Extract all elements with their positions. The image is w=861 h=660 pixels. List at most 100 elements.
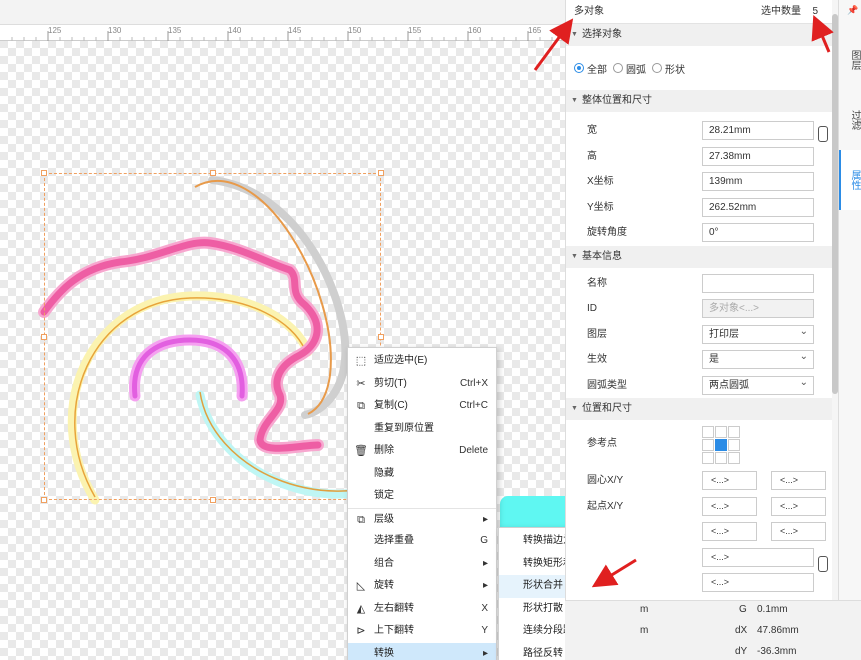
aspect-lock-icon[interactable] (818, 126, 828, 142)
y-label: Y坐标 (587, 201, 614, 213)
radio-label: 形状 (665, 64, 685, 76)
ref-cell-selected[interactable] (715, 439, 727, 451)
menu-item-flip-horizontal[interactable]: ◭ 左右翻转 X (348, 598, 496, 621)
resize-handle[interactable] (210, 170, 216, 176)
menu-item-hide[interactable]: 隐藏 (348, 463, 496, 486)
arc-type-select[interactable]: 两点圆弧 (702, 374, 814, 395)
effect-select[interactable]: 是 (702, 348, 814, 369)
unit-text: m (640, 625, 649, 636)
ref-cell[interactable] (728, 452, 740, 464)
selected-count-label: 选中数量 (761, 6, 801, 17)
menu-item-layer-order[interactable]: ⧉ 层级 ▸ (348, 507, 496, 531)
menu-item-copy[interactable]: ⧉ 复制(C) Ctrl+C (348, 395, 496, 418)
name-label: 名称 (587, 277, 607, 289)
ref-cell[interactable] (702, 452, 714, 464)
section-select-objects[interactable]: ▼ 选择对象 (566, 24, 837, 46)
menu-item-fit-selection[interactable]: ⬚ 适应选中(E) (348, 350, 496, 373)
fit-icon: ⬚ (355, 355, 367, 367)
resize-handle[interactable] (41, 334, 47, 340)
radio-arc[interactable]: 圆弧 (613, 61, 646, 76)
tab-properties[interactable]: 属性 (839, 150, 861, 210)
collapse-icon: ▼ (571, 31, 578, 38)
menu-shortcut: Ctrl+C (459, 400, 488, 411)
angle-input[interactable]: <...> (702, 573, 814, 592)
end-x-input[interactable]: <...> (702, 522, 757, 541)
ref-point-label: 参考点 (587, 438, 617, 449)
ref-cell[interactable] (715, 452, 727, 464)
submenu-arrow-icon: ▸ (482, 580, 488, 591)
rotation-input[interactable]: 0° (702, 223, 814, 242)
scissors-icon: ✂ (356, 377, 366, 390)
menu-item-lock[interactable]: 锁定 (348, 485, 496, 508)
menu-label: 左右翻转 (374, 602, 414, 614)
x-label: X坐标 (587, 176, 614, 187)
x-input[interactable]: 139mm (702, 172, 814, 191)
tab-filter[interactable]: 过滤 (839, 90, 861, 150)
menu-item-group[interactable]: 组合 ▸ (348, 553, 496, 576)
layer-row: 图层 打印层 (566, 322, 837, 348)
section-title: 选择对象 (582, 29, 622, 40)
link-icon[interactable] (818, 556, 828, 572)
tab-layers[interactable]: 图层 (839, 30, 861, 90)
menu-item-duplicate-in-place[interactable]: 重复到原位置 (348, 418, 496, 441)
menu-item-delete[interactable]: 🗑 删除 Delete (348, 440, 496, 463)
side-tabs: 📌 图层 过滤 属性 (838, 0, 861, 600)
radio-shape[interactable]: 形状 (652, 61, 685, 76)
resize-handle[interactable] (41, 497, 47, 503)
menu-item-select-overlap[interactable]: 选择重叠 G (348, 530, 496, 553)
section-title: 整体位置和尺寸 (582, 95, 652, 106)
radius-input[interactable]: <...> (702, 547, 814, 567)
start-x-input[interactable]: <...> (702, 496, 757, 516)
collapse-icon: ▼ (571, 252, 578, 260)
flip-horizontal-icon: ◭ (356, 602, 366, 615)
ref-cell[interactable] (702, 426, 714, 438)
angle-row: <...> (566, 556, 837, 596)
resize-handle[interactable] (210, 497, 216, 503)
section-title: 基本信息 (582, 250, 622, 262)
effect-label: 生效 (587, 354, 607, 365)
radio-all[interactable]: 全部 (574, 61, 607, 76)
section-basic-info[interactable]: ▼ 基本信息 (566, 245, 837, 268)
ref-cell[interactable] (728, 426, 740, 438)
center-x-input[interactable]: <...> (702, 471, 757, 490)
unit-text: m (640, 604, 649, 615)
ref-cell[interactable] (715, 426, 727, 438)
menu-label: 转换 (374, 647, 394, 659)
copy-icon: ⧉ (357, 400, 365, 412)
pin-icon[interactable]: 📌 (847, 5, 858, 16)
section-overall-size[interactable]: ▼ 整体位置和尺寸 (566, 90, 837, 112)
context-menu[interactable]: ⬚ 适应选中(E) ✂ 剪切(T) Ctrl+X ⧉ 复制(C) Ctrl+C 重复到原位… (347, 347, 497, 660)
resize-handle[interactable] (41, 170, 47, 176)
ref-point-row: 参考点 (566, 420, 837, 468)
radio-label: 圆弧 (626, 64, 646, 76)
layer-label: 图层 (587, 328, 607, 340)
layer-select[interactable]: 打印层 (702, 323, 814, 344)
width-input[interactable]: 28.21mm (702, 121, 814, 140)
end-y-input[interactable]: <...> (771, 522, 826, 541)
menu-label: 锁定 (374, 490, 394, 501)
section-position-size[interactable]: ▼ 位置和尺寸 (566, 398, 837, 420)
resize-handle[interactable] (378, 170, 384, 176)
name-input[interactable] (702, 273, 814, 293)
menu-item-rotate[interactable]: ◺ 旋转 ▸ (348, 575, 496, 598)
start-y-input[interactable]: <...> (771, 496, 826, 516)
menu-item-convert[interactable]: 转换 ▸ (348, 642, 496, 660)
y-input[interactable]: 262.52mm (702, 197, 814, 217)
selection-box[interactable] (44, 173, 381, 500)
menu-shortcut: G (480, 535, 488, 546)
menu-item-flip-vertical[interactable]: ⊳ 上下翻转 Y (348, 620, 496, 643)
menu-item-cut[interactable]: ✂ 剪切(T) Ctrl+X (348, 373, 496, 396)
radio-circle (613, 63, 623, 73)
ref-cell[interactable] (728, 439, 740, 451)
arc-type-label: 圆弧类型 (587, 379, 627, 391)
center-y-input[interactable]: <...> (771, 471, 826, 490)
collapse-icon: ▼ (571, 405, 578, 412)
start-row: 起点X/Y <...> <...> (566, 494, 837, 520)
effect-row: 生效 是 (566, 347, 837, 373)
ref-point-grid[interactable] (702, 426, 740, 464)
ref-cell[interactable] (702, 439, 714, 451)
resize-handle[interactable] (378, 334, 384, 340)
panel-title: 多对象 (574, 6, 604, 17)
dy-label: dY (735, 646, 748, 657)
height-input[interactable]: 27.38mm (702, 146, 814, 166)
